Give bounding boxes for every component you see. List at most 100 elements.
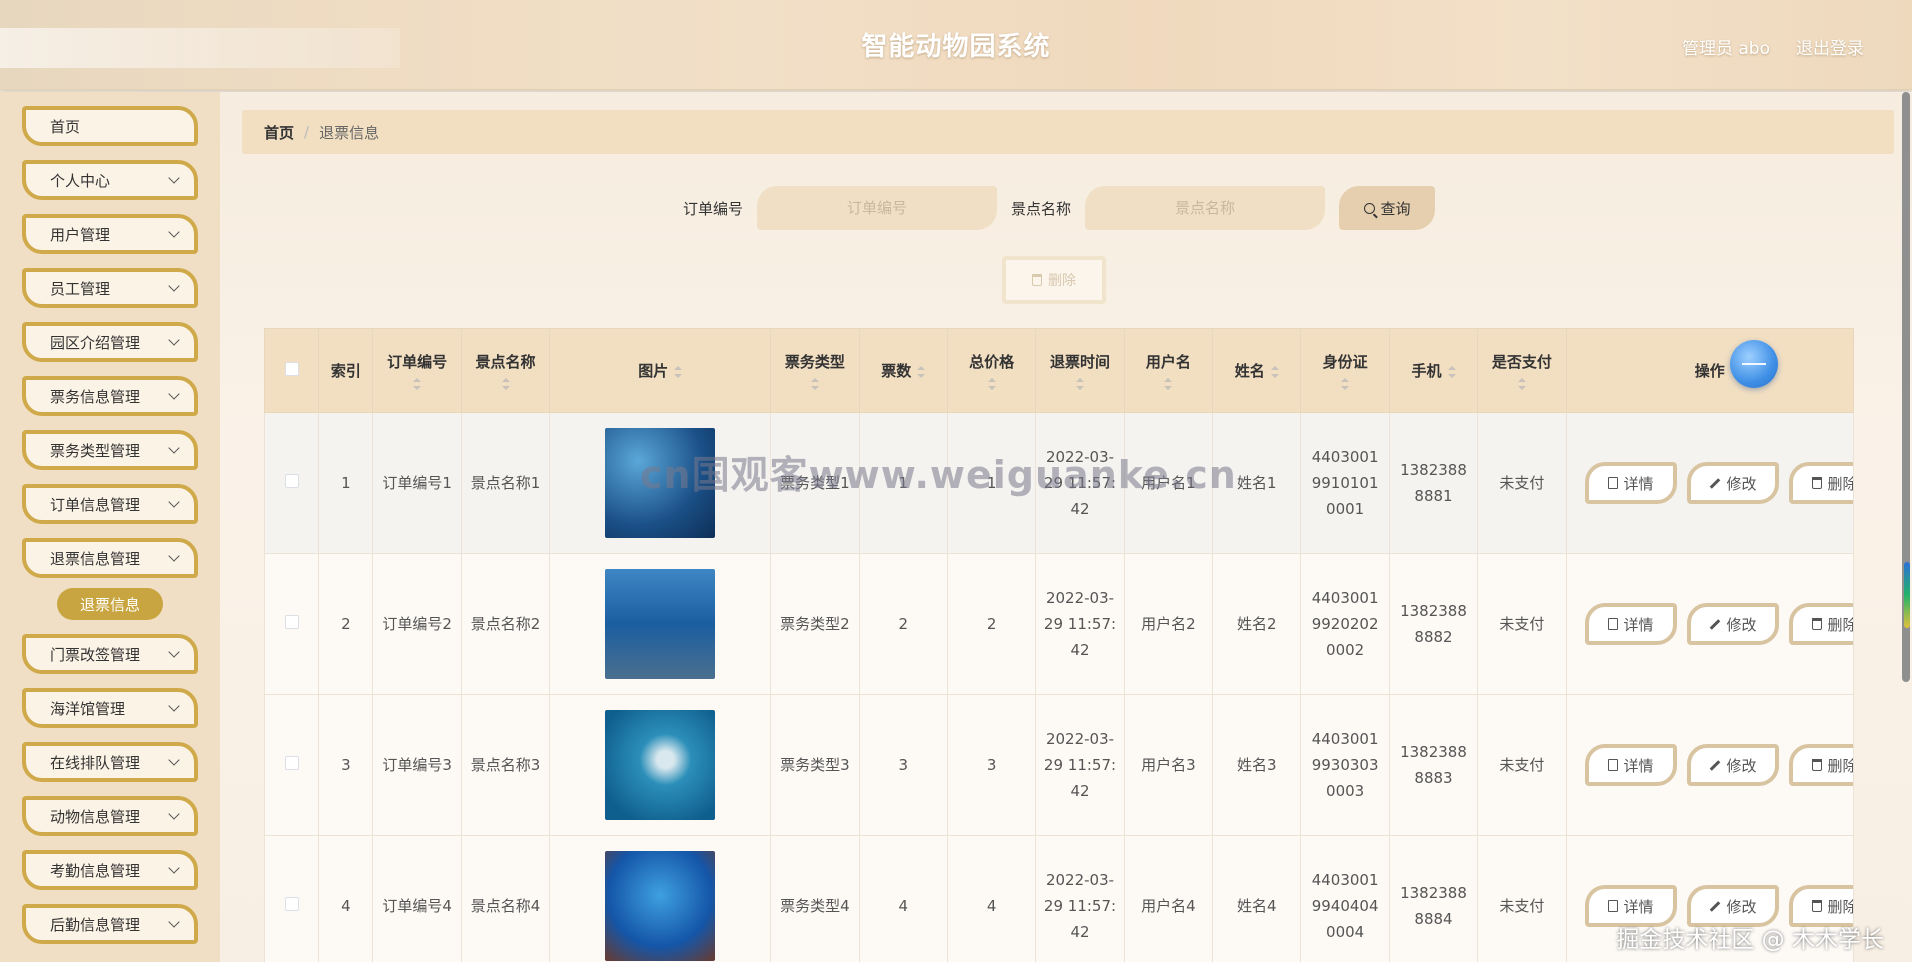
- breadcrumb-home[interactable]: 首页: [264, 122, 294, 143]
- cell-ticket-count: 4: [858, 835, 948, 962]
- sidebar-item-personal-center[interactable]: 个人中心: [22, 160, 198, 200]
- header-image[interactable]: 图片: [549, 328, 772, 413]
- refund-table-container: 索引 订单编号 景点名称 图片 票务类型 票数 总价格 退票时间 用户名 姓名 …: [264, 328, 1854, 962]
- chevron-down-icon: [168, 388, 180, 400]
- page-scrollbar[interactable]: [1902, 92, 1910, 962]
- floating-assistant-icon[interactable]: [1730, 340, 1778, 388]
- header-phone[interactable]: 手机: [1388, 328, 1479, 413]
- delete-label: 删除: [1827, 756, 1853, 775]
- edit-button[interactable]: 修改: [1686, 462, 1779, 504]
- trash-icon: [1811, 618, 1822, 630]
- sort-icon[interactable]: [810, 378, 819, 390]
- cell-order-no: 订单编号1: [372, 412, 462, 554]
- header-ticket-count[interactable]: 票数: [858, 328, 948, 413]
- header-paid[interactable]: 是否支付: [1477, 328, 1567, 413]
- sidebar-item-refund-info[interactable]: 退票信息管理: [22, 538, 198, 578]
- cell-order-no: 订单编号4: [372, 835, 462, 962]
- sidebar-item-home[interactable]: 首页: [22, 106, 198, 146]
- sort-icon[interactable]: [917, 366, 926, 378]
- delete-label: 删除: [1827, 615, 1853, 634]
- detail-button[interactable]: 详情: [1584, 603, 1677, 645]
- detail-button[interactable]: 详情: [1584, 744, 1677, 786]
- edit-button[interactable]: 修改: [1686, 744, 1779, 786]
- sort-icon[interactable]: [1341, 378, 1350, 390]
- sidebar-item-animal-info[interactable]: 动物信息管理: [22, 796, 198, 836]
- row-checkbox[interactable]: [284, 897, 299, 911]
- sidebar-subitem-refund-info[interactable]: 退票信息: [57, 588, 163, 620]
- sidebar-item-user-management[interactable]: 用户管理: [22, 214, 198, 254]
- cell-spot-name: 景点名称2: [460, 553, 551, 695]
- sort-icon[interactable]: [1270, 366, 1279, 378]
- search-icon: [1363, 202, 1375, 214]
- cell-ticket-type: 票务类型3: [770, 694, 860, 836]
- header-label: 手机: [1411, 362, 1442, 380]
- cell-order-no: 订单编号2: [372, 553, 462, 695]
- table-header-row: 索引 订单编号 景点名称 图片 票务类型 票数 总价格 退票时间 用户名 姓名 …: [264, 328, 1854, 413]
- cell-username: 用户名3: [1123, 694, 1214, 836]
- select-all-checkbox[interactable]: [284, 361, 299, 376]
- delete-button[interactable]: 删除: [1788, 603, 1853, 645]
- sidebar-item-label: 用户管理: [50, 225, 111, 244]
- order-no-input[interactable]: [757, 186, 997, 230]
- sidebar-item-staff-management[interactable]: 员工管理: [22, 268, 198, 308]
- sidebar-item-attendance[interactable]: 考勤信息管理: [22, 850, 198, 890]
- delete-button[interactable]: 删除: [1788, 744, 1853, 786]
- sidebar-item-online-queue[interactable]: 在线排队管理: [22, 742, 198, 782]
- sidebar-item-park-intro[interactable]: 园区介绍管理: [22, 322, 198, 362]
- row-actions: 详情 修改 删除: [1567, 744, 1853, 786]
- logout-link[interactable]: 退出登录: [1796, 34, 1864, 59]
- header-user-area: 管理员 abo 退出登录: [1682, 34, 1864, 59]
- sort-icon[interactable]: [674, 366, 683, 378]
- header-order-no[interactable]: 订单编号: [372, 328, 462, 413]
- sidebar-item-ticket-change[interactable]: 门票改签管理: [22, 634, 198, 674]
- row-checkbox[interactable]: [284, 756, 299, 770]
- sidebar-item-ticket-type[interactable]: 票务类型管理: [22, 430, 198, 470]
- sort-icon[interactable]: [1164, 378, 1173, 390]
- breadcrumb-separator: /: [304, 123, 310, 141]
- sidebar-item-label: 在线排队管理: [50, 753, 141, 772]
- header-ticket-type[interactable]: 票务类型: [770, 328, 860, 413]
- header-spot-name[interactable]: 景点名称: [460, 328, 551, 413]
- header-id-card[interactable]: 身份证: [1300, 328, 1390, 413]
- cell-phone: 13823888882: [1388, 553, 1479, 695]
- header-total-price[interactable]: 总价格: [946, 328, 1037, 413]
- pencil-icon: [1709, 900, 1720, 912]
- row-checkbox[interactable]: [284, 474, 299, 488]
- detail-button[interactable]: 详情: [1584, 462, 1677, 504]
- header-name[interactable]: 姓名: [1212, 328, 1302, 413]
- sidebar-item-label: 票务类型管理: [50, 441, 141, 460]
- chevron-down-icon: [168, 808, 180, 820]
- ocean-thumbnail-image: [605, 710, 716, 820]
- row-checkbox[interactable]: [284, 615, 299, 629]
- sort-icon[interactable]: [1517, 378, 1526, 390]
- detail-label: 详情: [1623, 615, 1654, 634]
- sidebar-item-label: 园区介绍管理: [50, 333, 141, 352]
- query-button[interactable]: 查询: [1339, 186, 1436, 230]
- sort-icon[interactable]: [501, 378, 510, 390]
- cell-index: 4: [318, 835, 374, 962]
- chevron-down-icon: [168, 280, 180, 292]
- sort-icon[interactable]: [1076, 378, 1084, 390]
- sidebar-item-ticket-info[interactable]: 票务信息管理: [22, 376, 198, 416]
- sidebar-item-order-info[interactable]: 订单信息管理: [22, 484, 198, 524]
- spot-name-label: 景点名称: [1011, 199, 1072, 218]
- sort-icon[interactable]: [1447, 366, 1456, 378]
- sidebar-item-label: 海洋馆管理: [50, 699, 126, 718]
- spot-name-input[interactable]: [1085, 186, 1326, 230]
- trash-icon: [1032, 274, 1042, 286]
- cell-id-card: 440300199404040004: [1300, 835, 1390, 962]
- sidebar-item-aquarium[interactable]: 海洋馆管理: [22, 688, 198, 728]
- chevron-down-icon: [168, 172, 180, 184]
- delete-button[interactable]: 删除: [1788, 462, 1853, 504]
- header-username[interactable]: 用户名: [1123, 328, 1214, 413]
- sidebar-item-logistics[interactable]: 后勤信息管理: [22, 904, 198, 944]
- edit-button[interactable]: 修改: [1686, 603, 1779, 645]
- header-label: 票数: [881, 362, 912, 380]
- row-actions: 详情 修改 删除: [1567, 462, 1853, 504]
- header-refund-time[interactable]: 退票时间: [1035, 328, 1125, 413]
- refund-table: 索引 订单编号 景点名称 图片 票务类型 票数 总价格 退票时间 用户名 姓名 …: [264, 328, 1854, 962]
- sort-icon[interactable]: [413, 378, 422, 390]
- sort-icon[interactable]: [987, 378, 996, 390]
- chevron-down-icon: [168, 700, 180, 712]
- batch-delete-button[interactable]: 删除: [1002, 256, 1106, 304]
